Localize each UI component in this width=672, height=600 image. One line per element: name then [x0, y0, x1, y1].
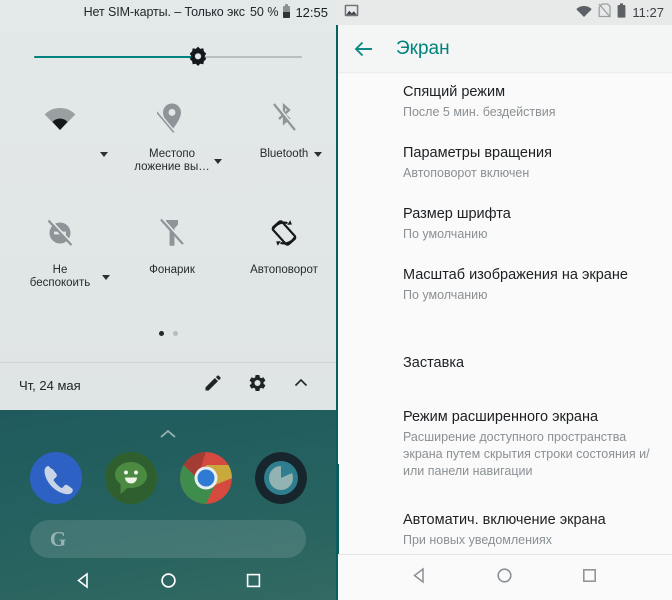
page-dot[interactable] [172, 331, 178, 336]
quick-settings-footer: Чт, 24 мая [0, 363, 336, 407]
gear-icon[interactable] [248, 374, 266, 397]
battery-icon [617, 2, 626, 23]
list-item-title: Режим расширенного экрана [403, 409, 599, 425]
recents-button[interactable] [581, 567, 598, 589]
quick-settings-row-2: Не беспокоить Фонарик Автоповорот [0, 202, 336, 302]
brightness-fill [34, 56, 194, 58]
phone-app-icon[interactable] [29, 452, 82, 504]
tile-label-dnd: Не беспокоить [29, 264, 91, 289]
home-dock [0, 452, 336, 504]
do-not-disturb-off-icon [45, 210, 75, 256]
quick-settings-page-dots [0, 331, 336, 336]
page-dot-active[interactable] [158, 331, 164, 336]
list-item[interactable]: Заставка [336, 354, 672, 373]
tile-label-location: Местопо ложение вы… [134, 148, 210, 173]
status-clock: 12:55 [295, 4, 328, 20]
quick-settings-row-1: Местопо ложение вы… Bluetooth [0, 86, 336, 186]
list-item-subtitle: По умолчанию [403, 288, 488, 302]
tile-label-auto-rotate: Автоповорот [250, 264, 318, 276]
chevron-down-icon[interactable] [214, 159, 222, 164]
right-status-bar: 11:27 [336, 0, 672, 25]
list-item-subtitle: Автоповорот включен [403, 166, 530, 180]
list-item-title: Размер шрифта [403, 206, 511, 222]
flashlight-off-icon [159, 210, 185, 256]
list-item[interactable]: Размер шрифта По умолчанию [336, 205, 672, 243]
bluetooth-off-icon [270, 94, 298, 140]
date-label: Чт, 24 мая [19, 377, 81, 393]
list-item[interactable]: Масштаб изображения на экране По умолчан… [336, 266, 672, 304]
tile-label-flashlight: Фонарик [149, 264, 195, 276]
list-item-subtitle: По умолчанию [403, 227, 488, 241]
panel-left-edge-accent [336, 25, 338, 600]
settings-app-bar: Экран [336, 25, 672, 72]
left-status-bar: Нет SIM-карты. – Только экс 50 % 12:55 [0, 0, 336, 24]
list-item[interactable]: Параметры вращения Автоповорот включен [336, 144, 672, 182]
wifi-icon [576, 4, 593, 22]
list-item-title: Параметры вращения [403, 145, 552, 161]
list-item-subtitle: При новых уведомлениях [403, 533, 553, 547]
home-screen-preview: G [0, 410, 336, 600]
right-status-clock: 11:27 [632, 5, 664, 20]
tile-do-not-disturb[interactable]: Не беспокоить [4, 202, 116, 302]
recents-button[interactable] [245, 572, 262, 594]
list-item-subtitle: Расширение доступного пространства экран… [403, 430, 650, 478]
google-g-icon: G [49, 527, 67, 551]
arrow-back-icon[interactable] [353, 38, 375, 60]
battery-percent-label: 50 % [249, 5, 279, 19]
list-item-title: Масштаб изображения на экране [403, 267, 628, 283]
no-sim-icon [598, 2, 612, 23]
dual-screenshot-comparison: Нет SIM-карты. – Только экс 50 % 12:55 М… [0, 0, 672, 600]
auto-rotate-icon [268, 210, 300, 256]
list-item-title: Заставка [403, 355, 465, 371]
home-button[interactable] [496, 567, 513, 589]
right-navigation-bar [336, 555, 672, 600]
list-item-title: Автоматич. включение экрана [403, 512, 606, 528]
page-title: Экран [396, 37, 450, 59]
tile-bluetooth[interactable]: Bluetooth [228, 86, 336, 186]
camera-app-icon[interactable] [254, 452, 307, 504]
carrier-label: Нет SIM-карты. – Только экс [83, 5, 245, 19]
google-search-widget[interactable]: G [30, 520, 306, 558]
list-item[interactable]: Автоматич. включение экрана При новых ув… [336, 511, 672, 549]
screenshot-icon [344, 3, 359, 23]
settings-list[interactable]: Спящий режим После 5 мин. бездействия Па… [336, 74, 672, 559]
tile-flashlight[interactable]: Фонарик [116, 202, 228, 302]
left-navigation-bar [0, 565, 336, 600]
quick-settings-panel: Нет SIM-карты. – Только экс 50 % 12:55 М… [0, 0, 336, 410]
tile-location[interactable]: Местопо ложение вы… [116, 86, 228, 186]
list-item-subtitle: После 5 мин. бездействия [403, 105, 556, 119]
messages-app-icon[interactable] [104, 452, 157, 504]
pencil-icon[interactable] [204, 374, 222, 397]
brightness-slider[interactable] [0, 38, 336, 76]
chrome-app-icon[interactable] [179, 452, 232, 504]
tile-auto-rotate[interactable]: Автоповорот [228, 202, 336, 302]
battery-half-icon [283, 4, 291, 18]
list-item-title: Спящий режим [403, 84, 506, 100]
home-button[interactable] [160, 572, 177, 594]
left-panel-quick-settings: Нет SIM-карты. – Только экс 50 % 12:55 М… [0, 0, 336, 600]
chevron-down-icon[interactable] [102, 275, 110, 280]
list-item[interactable]: Режим расширенного экрана Расширение дос… [336, 408, 672, 480]
location-off-icon [157, 94, 187, 140]
back-button[interactable] [411, 566, 428, 589]
app-drawer-chevron-up-icon[interactable] [159, 426, 177, 444]
right-panel-display-settings: 11:27 Экран Спящий режим После 5 мин. бе… [336, 0, 672, 600]
chevron-down-icon[interactable] [314, 152, 322, 157]
brightness-sun-icon[interactable] [186, 45, 210, 69]
tile-wifi[interactable] [4, 86, 116, 186]
list-item[interactable]: Спящий режим После 5 мин. бездействия [336, 83, 672, 121]
chevron-down-icon[interactable] [100, 152, 108, 157]
chevron-up-icon[interactable] [292, 374, 310, 397]
wifi-icon [44, 94, 76, 140]
back-button[interactable] [75, 571, 92, 594]
